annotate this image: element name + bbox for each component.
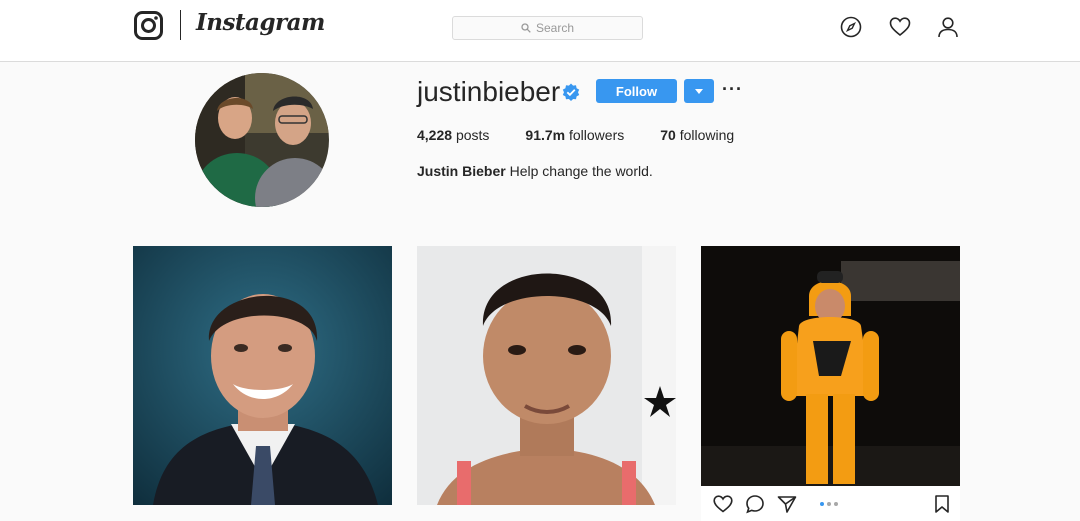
heart-icon[interactable] — [889, 16, 911, 38]
search-input[interactable]: Search — [452, 16, 643, 40]
explore-compass-icon[interactable] — [840, 16, 862, 38]
logo-divider — [180, 10, 181, 40]
following-count: 70 — [660, 127, 676, 143]
followers-label: followers — [569, 127, 625, 143]
caret-down-icon — [695, 88, 703, 94]
verified-badge-icon — [562, 83, 580, 101]
comment-icon[interactable] — [745, 494, 765, 514]
instagram-wordmark[interactable]: Instagram — [196, 9, 325, 36]
posts-count: 4,228 — [417, 127, 453, 143]
instagram-glyph-icon[interactable] — [134, 11, 163, 40]
follow-button[interactable]: Follow — [596, 79, 677, 103]
following-label: following — [679, 127, 735, 143]
followers-count: 91.7m — [525, 127, 566, 143]
post-action-bar — [701, 486, 960, 521]
search-placeholder: Search — [535, 21, 575, 35]
suggestions-dropdown-button[interactable] — [684, 79, 714, 103]
posts-stat: 4,228 posts — [417, 127, 489, 143]
profile-bio: Justin Bieber Help change the world. — [417, 163, 653, 179]
profile-stats: 4,228 posts 91.7m followers 70 following — [417, 127, 770, 143]
bookmark-save-icon[interactable] — [932, 494, 952, 514]
profile-username: justinbieber — [417, 76, 561, 107]
carousel-dot-active — [820, 502, 824, 506]
post-portrait-suit[interactable] — [133, 246, 392, 505]
share-icon[interactable] — [777, 494, 797, 514]
bio-text: Help change the world. — [509, 163, 653, 179]
profile-person-icon[interactable] — [937, 16, 959, 38]
profile-avatar[interactable] — [195, 73, 329, 207]
profile-full-name: Justin Bieber — [417, 163, 506, 179]
following-stat[interactable]: 70 following — [660, 127, 734, 143]
top-nav: Instagram Search — [0, 0, 1080, 62]
carousel-dot — [827, 502, 831, 506]
search-icon — [521, 23, 531, 33]
carousel-dot — [834, 502, 838, 506]
more-options-button[interactable]: ··· — [722, 80, 743, 98]
carousel-indicator — [820, 502, 838, 506]
post-orange-hoodie-night[interactable] — [701, 246, 960, 505]
followers-stat[interactable]: 91.7m followers — [525, 127, 624, 143]
post-portrait-young-man[interactable] — [417, 246, 676, 505]
like-heart-icon[interactable] — [713, 494, 733, 514]
posts-label: posts — [455, 127, 490, 143]
